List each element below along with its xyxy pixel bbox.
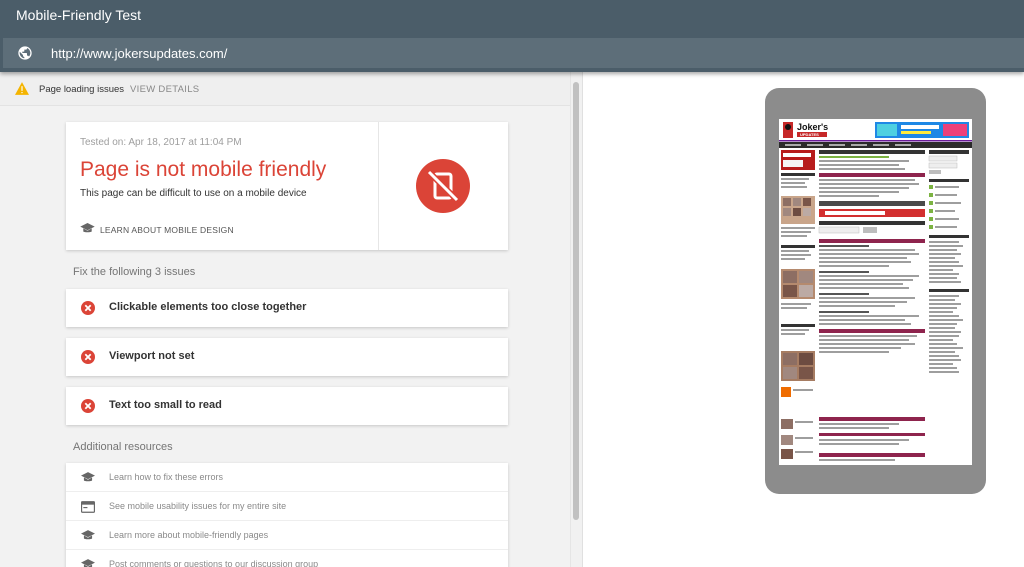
issue-row[interactable]: Text too small to read: [66, 387, 508, 425]
issue-row[interactable]: Clickable elements too close together: [66, 289, 508, 327]
not-mobile-friendly-icon: [416, 159, 470, 213]
error-icon: [81, 399, 95, 413]
website-thumbnail: Joker's UPDATES: [779, 119, 972, 461]
tested-on-timestamp: Tested on: Apr 18, 2017 at 11:04 PM: [80, 137, 242, 148]
resource-label[interactable]: Post comments or questions to our discus…: [109, 559, 318, 567]
site-logo-text: Joker's: [797, 122, 828, 132]
resource-item[interactable]: See mobile usability issues for my entir…: [66, 492, 508, 521]
url-text[interactable]: http://www.jokersupdates.com/: [51, 46, 227, 61]
page-screenshot: Joker's UPDATES: [779, 119, 972, 465]
preview-pane: Joker's UPDATES: [583, 72, 1024, 567]
site-logo-subtext: UPDATES: [800, 132, 819, 137]
app-header: Mobile-Friendly Test http://www.jokersup…: [0, 0, 1024, 72]
mortarboard-icon: [80, 223, 95, 233]
issue-label: Text too small to read: [109, 399, 222, 411]
results-pane: Page loading issues VIEW DETAILS Tested …: [0, 72, 583, 567]
result-description: This page can be difficult to use on a m…: [80, 188, 307, 199]
phone-frame: Joker's UPDATES: [765, 88, 986, 494]
card-divider: [378, 122, 379, 250]
warning-icon: [15, 82, 29, 95]
resource-label[interactable]: See mobile usability issues for my entir…: [109, 501, 286, 511]
mortarboard-icon: [81, 472, 95, 482]
issue-label: Viewport not set: [109, 350, 195, 362]
mortarboard-icon: [81, 530, 95, 540]
app-title: Mobile-Friendly Test: [16, 7, 142, 23]
scrollbar-thumb[interactable]: [573, 82, 579, 520]
learn-mobile-design-link[interactable]: LEARN ABOUT MOBILE DESIGN: [100, 225, 234, 235]
resources-heading: Additional resources: [73, 441, 173, 453]
resource-label[interactable]: Learn more about mobile-friendly pages: [109, 530, 268, 540]
issue-row[interactable]: Viewport not set: [66, 338, 508, 376]
globe-icon: [18, 46, 32, 60]
error-icon: [81, 301, 95, 315]
result-title: Page is not mobile friendly: [80, 158, 327, 181]
resource-item[interactable]: Learn more about mobile-friendly pages: [66, 521, 508, 550]
resource-item[interactable]: Learn how to fix these errors: [66, 463, 508, 492]
mortarboard-icon: [81, 559, 95, 567]
issue-label: Clickable elements too close together: [109, 301, 307, 313]
browser-window-icon: [81, 501, 95, 513]
issues-heading: Fix the following 3 issues: [73, 266, 196, 278]
url-bar[interactable]: http://www.jokersupdates.com/: [3, 38, 1024, 68]
result-card: Tested on: Apr 18, 2017 at 11:04 PM Page…: [66, 122, 508, 250]
resource-label[interactable]: Learn how to fix these errors: [109, 472, 223, 482]
resources-card: Learn how to fix these errors See mobile…: [66, 463, 508, 567]
view-details-link[interactable]: VIEW DETAILS: [130, 84, 199, 95]
page-loading-issues-bar: Page loading issues VIEW DETAILS: [0, 72, 570, 106]
page-loading-issues-label: Page loading issues: [39, 84, 125, 95]
error-icon: [81, 350, 95, 364]
resource-item[interactable]: Post comments or questions to our discus…: [66, 550, 508, 567]
